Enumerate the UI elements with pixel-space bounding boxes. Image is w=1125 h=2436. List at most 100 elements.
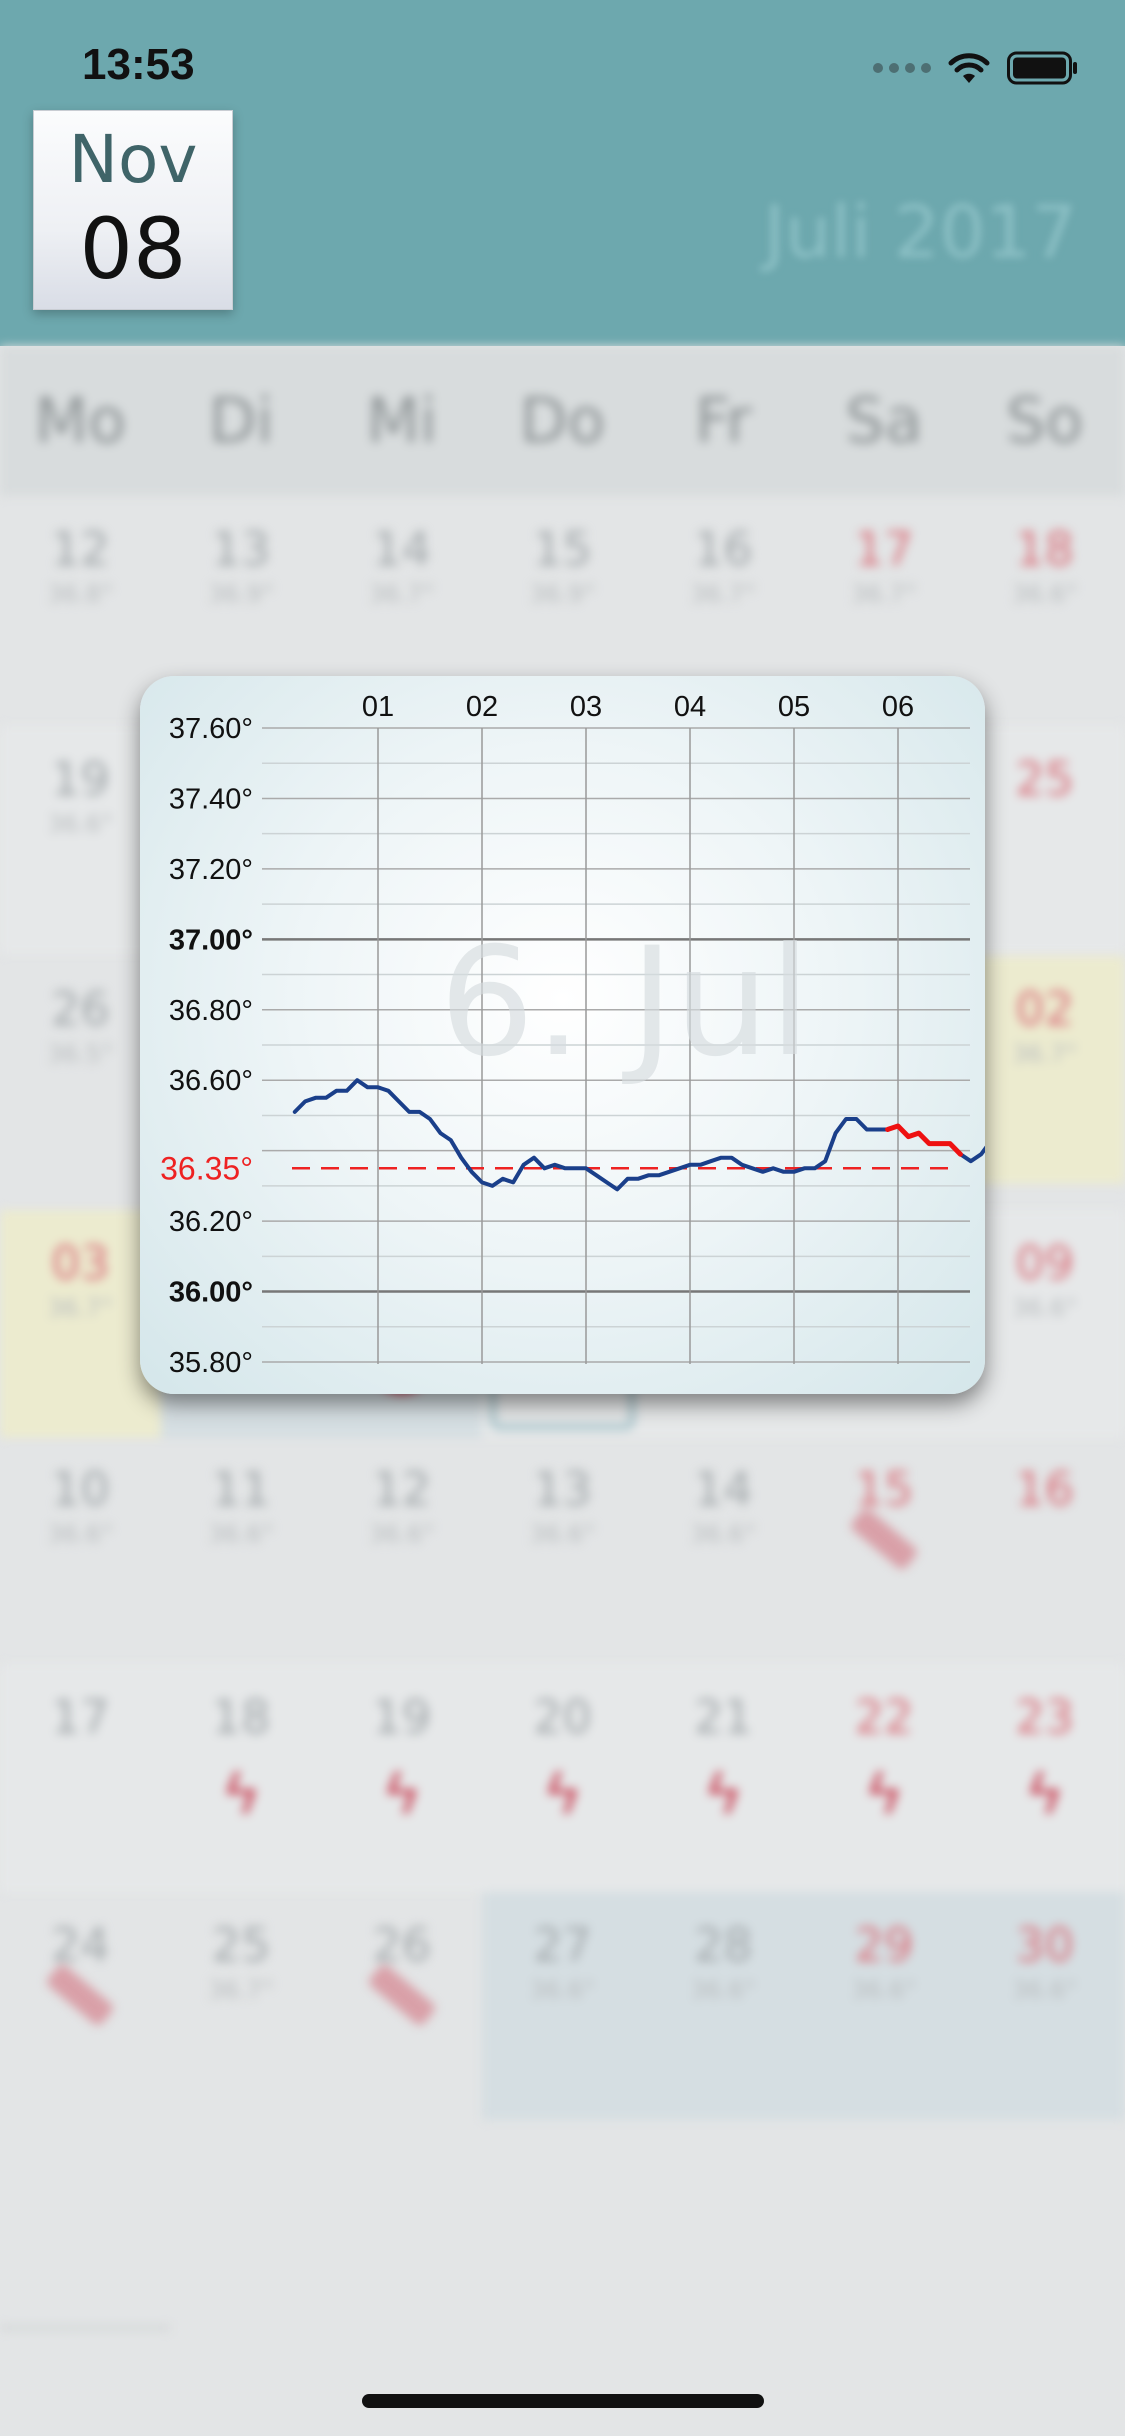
calendar-day[interactable]: 27 36.6° — [482, 1892, 643, 2120]
x-tick-label: 03 — [570, 691, 602, 723]
divider — [0, 2326, 170, 2330]
calendar-week: 17 18 ϟ 19 ϟ 20 ϟ 21 ϟ 22 ϟ 23 ϟ — [0, 1664, 1125, 1892]
y-tick-label: 36.60° — [169, 1065, 253, 1097]
calendar-day[interactable]: 28 36.6° — [642, 1892, 804, 2120]
day-temperature: 36.7° — [690, 580, 756, 608]
calendar-day[interactable]: 23 ϟ — [964, 1664, 1125, 1892]
y-tick-label: 36.80° — [169, 995, 253, 1027]
calendar-day[interactable]: 12 36.8° — [0, 496, 161, 724]
calendar-day[interactable]: 16 — [964, 1436, 1125, 1664]
day-number: 28 — [693, 1918, 753, 1972]
day-number: 27 — [533, 1918, 592, 1972]
y-tick-label: 36.00° — [169, 1277, 253, 1309]
calendar-day[interactable]: 19 36.6° — [0, 726, 161, 954]
day-number: 13 — [533, 1462, 592, 1516]
calendar-day[interactable]: 24 — [0, 1892, 161, 2120]
day-number: 26 — [372, 1918, 432, 1972]
day-number: 25 — [211, 1918, 271, 1972]
day-number: 19 — [372, 1690, 432, 1744]
calendar-day[interactable]: 15 — [804, 1436, 965, 1664]
day-temperature: 36.5° — [47, 1040, 114, 1068]
y-tick-label: 37.60° — [169, 713, 253, 745]
symptom-icon: ϟ — [546, 1759, 579, 1826]
day-temperature: 36.6° — [1011, 580, 1078, 608]
temperature-chart: 01 02 03 04 05 06 6. Jul 37.60° 37.40° 37.20° 37.0… — [160, 691, 985, 1379]
calendar-day[interactable]: 11 36.6° — [161, 1436, 322, 1664]
day-temperature: 36.6° — [47, 1520, 114, 1548]
calendar-day[interactable]: 19 ϟ — [321, 1664, 482, 1892]
month-title: Juli 2017 — [764, 190, 1077, 274]
coverline-label: 36.35° — [160, 1150, 253, 1186]
weekday-header: Mo Di Mi Do Fr Sa So — [0, 346, 1125, 496]
calendar-day[interactable]: 14 36.6° — [643, 1436, 804, 1664]
calendar-day[interactable]: 18 ϟ — [161, 1664, 322, 1892]
day-number: 30 — [1015, 1918, 1074, 1972]
day-number: 15 — [854, 1462, 914, 1516]
symptom-icon: ϟ — [707, 1759, 740, 1826]
temperature-line — [292, 1078, 985, 1192]
calendar-day[interactable]: 21 ϟ — [643, 1664, 804, 1892]
day-temperature: 36.7° — [369, 580, 435, 608]
day-number: 21 — [693, 1690, 753, 1744]
day-number: 18 — [211, 1690, 271, 1744]
day-number: 20 — [533, 1690, 592, 1744]
day-temperature: 36.6° — [690, 1976, 756, 2004]
status-time: 13:53 — [82, 40, 195, 89]
calendar-day[interactable]: 26 36.5° — [0, 956, 161, 1184]
y-tick-label: 37.00° — [169, 924, 253, 956]
calendar-day[interactable]: 25 — [964, 726, 1125, 954]
day-number: 29 — [854, 1918, 914, 1972]
day-number: 03 — [51, 1236, 110, 1290]
pencil-note-icon — [848, 1506, 920, 1572]
wifi-icon — [948, 53, 990, 83]
calendar-day[interactable]: 22 ϟ — [804, 1664, 965, 1892]
day-number: 23 — [1015, 1690, 1074, 1744]
x-tick-label: 05 — [778, 691, 810, 723]
day-temperature: 36.6° — [208, 1520, 274, 1548]
calendar-day[interactable]: 20 ϟ — [482, 1664, 643, 1892]
calendar-day[interactable]: 25 36.7° — [161, 1892, 322, 2120]
day-temperature: 36.7° — [1011, 1040, 1078, 1068]
calendar-day[interactable]: 26 — [321, 1892, 482, 2120]
symptom-icon: ϟ — [868, 1759, 900, 1826]
calendar-day[interactable]: 02 36.7° — [964, 956, 1125, 1184]
weekday-label: So — [1006, 384, 1084, 457]
day-temperature: 36.9° — [208, 580, 274, 608]
day-number: 11 — [211, 1462, 271, 1516]
calendar-day[interactable]: 03 36.7° — [0, 1210, 161, 1438]
calendar-day[interactable]: 13 36.6° — [482, 1436, 643, 1664]
battery-icon — [1007, 51, 1077, 85]
weekday-label: Mo — [34, 384, 127, 457]
day-temperature: 36.6° — [690, 1520, 756, 1548]
calendar-day[interactable]: 30 36.6° — [964, 1892, 1125, 2120]
today-date-button[interactable]: Nov 08 — [33, 110, 233, 310]
day-temperature: 36.6° — [529, 1976, 596, 2004]
calendar-day[interactable]: 12 36.6° — [321, 1436, 482, 1664]
calendar-day[interactable]: 29 36.6° — [803, 1892, 965, 2120]
day-temperature: 36.6° — [851, 1976, 917, 2004]
calendar-day[interactable]: 18 36.6° — [964, 496, 1125, 724]
day-number: 19 — [51, 752, 110, 806]
calendar-day[interactable]: 10 36.6° — [0, 1436, 161, 1664]
temperature-chart-popup[interactable]: 01 02 03 04 05 06 6. Jul 37.60° 37.40° 37.20° 37.0… — [140, 676, 985, 1394]
day-number: 14 — [693, 1462, 753, 1516]
day-number: 26 — [51, 982, 110, 1036]
day-number: 09 — [1015, 1236, 1074, 1290]
day-temperature: 36.6° — [47, 810, 114, 838]
day-number: 12 — [51, 522, 110, 576]
symptom-icon: ϟ — [1028, 1759, 1061, 1826]
weekday-label: Di — [208, 384, 274, 457]
home-indicator[interactable] — [362, 2394, 764, 2408]
day-number: 13 — [211, 522, 271, 576]
x-tick-label: 04 — [674, 691, 706, 723]
symptom-icon: ϟ — [225, 1759, 257, 1826]
symptom-icon: ϟ — [385, 1759, 418, 1826]
x-tick-label: 06 — [882, 691, 914, 723]
day-temperature: 36.6° — [529, 1520, 596, 1548]
calendar-day[interactable]: 17 — [0, 1664, 161, 1892]
day-temperature: 36.6° — [369, 1520, 435, 1548]
calendar-day[interactable]: 09 36.6° — [964, 1210, 1125, 1438]
date-day: 08 — [79, 200, 187, 298]
chart-watermark: 6. Jul — [439, 916, 811, 1090]
x-tick-label: 02 — [466, 691, 498, 723]
